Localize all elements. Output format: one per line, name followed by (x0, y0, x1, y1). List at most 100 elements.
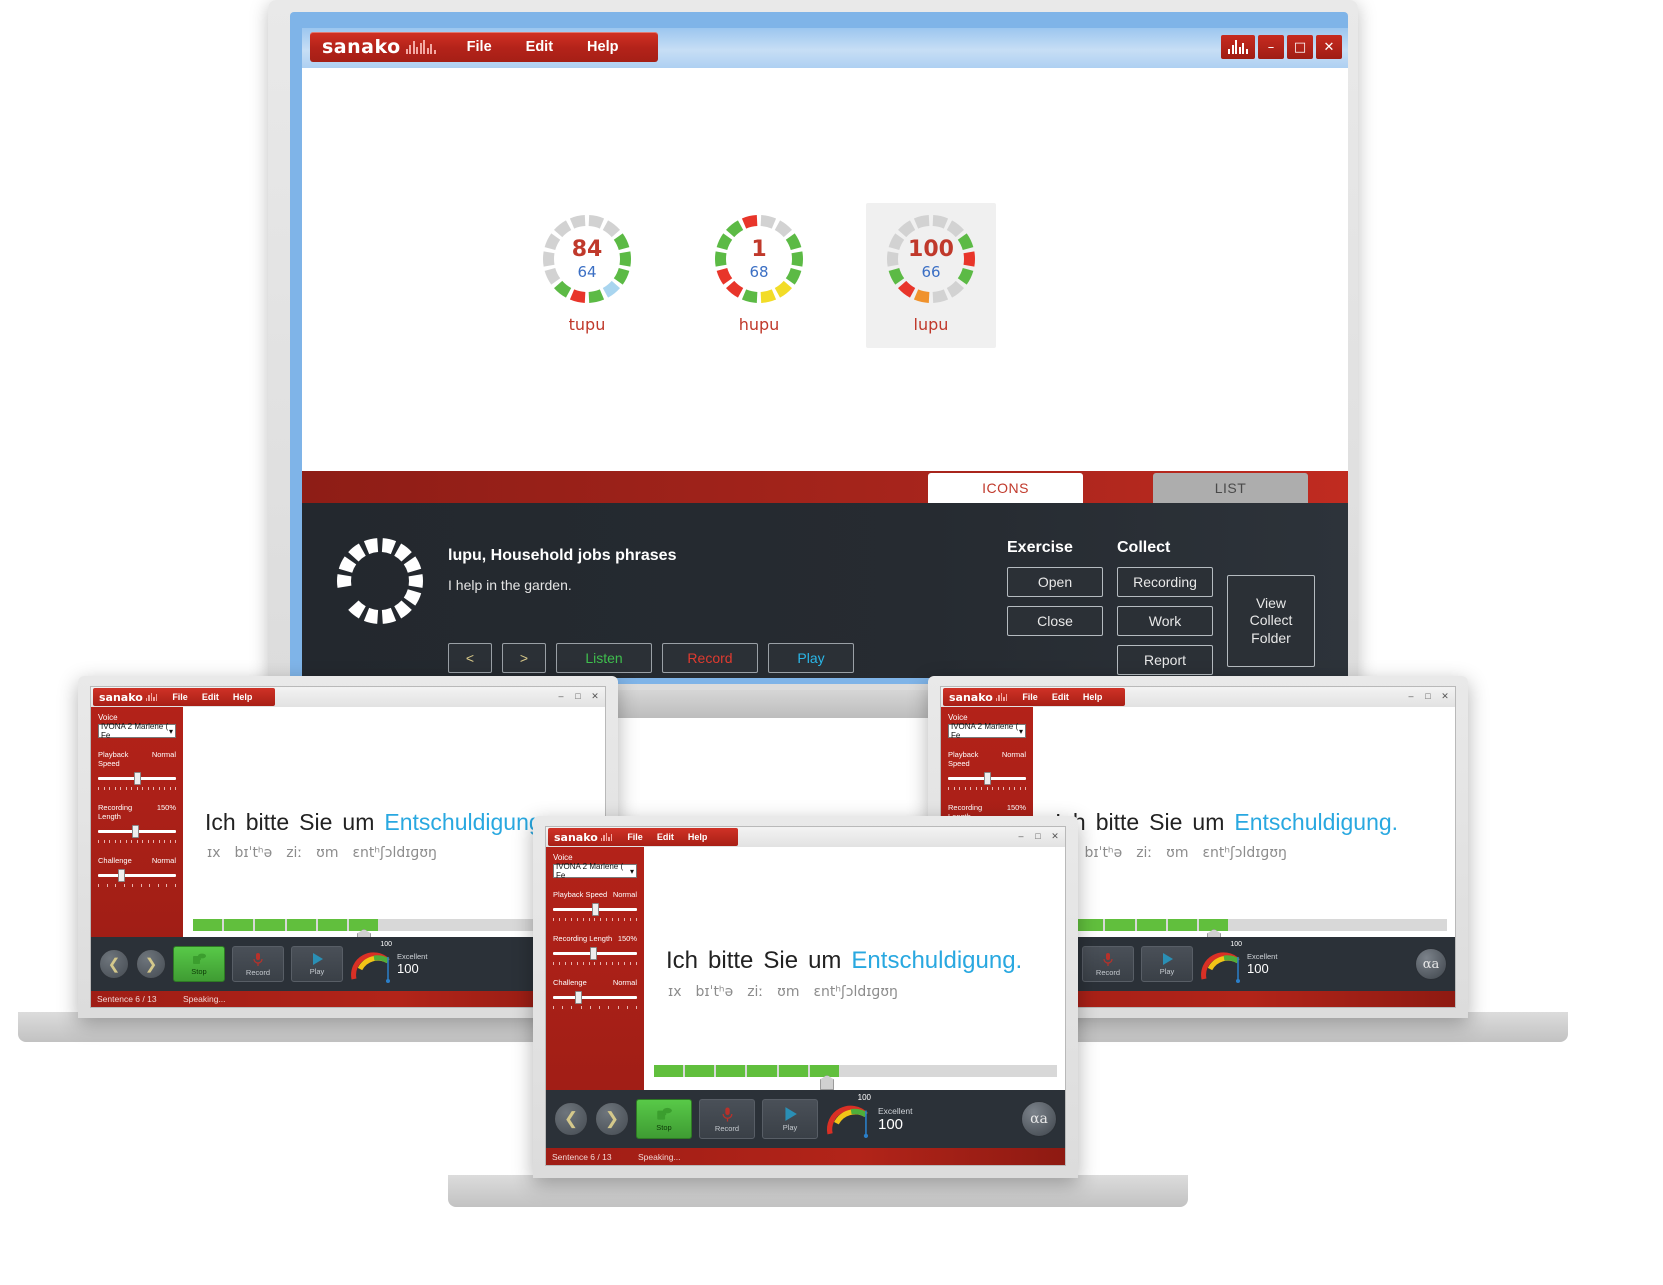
student-card-hupu[interactable]: 1 68 hupu (694, 203, 824, 348)
slider-knob[interactable] (118, 869, 126, 882)
menu-edit[interactable]: Edit (195, 692, 226, 702)
sub-transport-bar: ❮ ❯ Stop Record Play (546, 1090, 1065, 1148)
previous-button[interactable]: ❮ (554, 1102, 588, 1136)
slider-knob[interactable] (574, 991, 582, 1004)
record-label: Record (714, 1123, 740, 1133)
voice-label: Voice (553, 853, 573, 862)
minimize-button[interactable]: – (554, 690, 568, 702)
sentence-display: Ich bitte Sie um Entschuldigung. (1055, 809, 1398, 836)
maximize-button[interactable]: □ (571, 690, 585, 702)
challenge-row: Challenge Normal (553, 978, 637, 987)
slider-knob[interactable] (132, 825, 140, 838)
tab-list[interactable]: LIST (1153, 473, 1308, 503)
playback-speed-slider[interactable] (553, 902, 637, 916)
progress-handle[interactable] (820, 1075, 834, 1090)
recording-length-slider[interactable] (553, 946, 637, 960)
record-button[interactable]: Record (232, 946, 284, 982)
student-name: tupu (568, 315, 606, 334)
close-button[interactable]: ✕ (1316, 35, 1342, 59)
menu-file[interactable]: File (165, 692, 195, 702)
status-sentence: Sentence 6 / 13 (97, 994, 157, 1004)
next-button[interactable]: ❯ (136, 949, 166, 979)
playback-speed-ticks (98, 787, 176, 790)
phonetics-toggle-button[interactable]: αa (1415, 948, 1447, 980)
menu-help[interactable]: Help (681, 832, 715, 842)
tab-icons[interactable]: ICONS (928, 473, 1083, 503)
menu-edit[interactable]: Edit (1045, 692, 1076, 702)
student-name: lupu (913, 315, 949, 334)
window-controls: – □ ✕ (1221, 34, 1342, 60)
sentence-word-2: bitte (1095, 809, 1140, 835)
minimize-button[interactable]: – (1404, 690, 1418, 702)
close-button[interactable]: ✕ (1438, 690, 1452, 702)
sub-menu-bar: sanako File Edit Help (548, 828, 738, 846)
menu-help[interactable]: Help (1076, 692, 1110, 702)
phonetic-word-2: bɪˈtʰə (1084, 845, 1123, 861)
slider-knob[interactable] (983, 772, 991, 785)
play-button[interactable]: Play (762, 1099, 818, 1139)
play-button[interactable]: Play (1141, 946, 1193, 982)
record-button[interactable]: Record (699, 1099, 755, 1139)
left-sub-window: sanako File Edit Help – □ ✕ Voice IVONA … (90, 686, 606, 1008)
student-card-lupu[interactable]: 100 66 lupu (866, 203, 996, 348)
stop-button[interactable]: Stop (636, 1099, 692, 1139)
next-button[interactable]: ❯ (595, 1102, 629, 1136)
slider-knob[interactable] (591, 903, 599, 916)
previous-button[interactable]: ❮ (99, 949, 129, 979)
challenge-ticks (553, 1006, 637, 1009)
previous-button[interactable]: < (448, 643, 492, 673)
stop-button[interactable]: Stop (173, 946, 225, 982)
sentence-highlight-word: Entschuldigung. (384, 809, 549, 835)
recording-button[interactable]: Recording (1117, 567, 1213, 597)
maximize-button[interactable]: □ (1031, 830, 1045, 842)
menu-file[interactable]: File (620, 832, 650, 842)
waveform-button-icon[interactable] (1221, 35, 1255, 59)
listen-button[interactable]: Listen (556, 643, 652, 673)
work-button[interactable]: Work (1117, 606, 1213, 636)
menu-file[interactable]: File (450, 39, 509, 55)
challenge-slider[interactable] (98, 868, 176, 882)
close-button[interactable]: ✕ (588, 690, 602, 702)
phonetics-toggle-button[interactable]: αa (1021, 1101, 1057, 1137)
play-button[interactable]: Play (291, 946, 343, 982)
recording-length-row: Recording Length 150% (98, 803, 176, 821)
open-button[interactable]: Open (1007, 567, 1103, 597)
status-sentence: Sentence 6 / 13 (552, 1151, 612, 1162)
student-score: 1 (751, 236, 767, 262)
slider-knob[interactable] (589, 947, 597, 960)
minimize-button[interactable]: – (1014, 830, 1028, 842)
close-button[interactable]: ✕ (1048, 830, 1062, 842)
menu-edit[interactable]: Edit (650, 832, 681, 842)
playback-speed-label: Playback Speed (98, 750, 129, 768)
menu-file[interactable]: File (1015, 692, 1045, 702)
playback-speed-slider[interactable] (948, 771, 1026, 785)
stop-icon (657, 1107, 672, 1120)
progress-track[interactable] (1043, 919, 1448, 931)
maximize-button[interactable]: □ (1287, 35, 1313, 59)
voice-select[interactable]: IVONA 2 Marlene ( Fe ▾ (948, 722, 1026, 740)
voice-select[interactable]: IVONA 2 Marlene ( Fe ▾ (553, 862, 637, 880)
next-button[interactable]: > (502, 643, 546, 673)
recording-length-label: Recording Length (98, 803, 133, 821)
maximize-button[interactable]: □ (1421, 690, 1435, 702)
progress-track[interactable] (654, 1065, 1058, 1077)
challenge-slider[interactable] (553, 990, 637, 1004)
sentence-word-4: um (808, 947, 842, 974)
close-exercise-button[interactable]: Close (1007, 606, 1103, 636)
recording-length-slider[interactable] (98, 824, 176, 838)
phonetic-word-1: ɪx (207, 845, 221, 861)
record-button[interactable]: Record (662, 643, 758, 673)
view-collect-folder-button[interactable]: View Collect Folder (1227, 575, 1315, 667)
record-button[interactable]: Record (1082, 946, 1134, 982)
voice-select[interactable]: IVONA 2 Marlene ( Fe ▾ (98, 722, 176, 740)
menu-help[interactable]: Help (226, 692, 260, 702)
playback-speed-row: Playback Speed Normal (948, 750, 1026, 768)
playback-speed-slider[interactable] (98, 771, 176, 785)
report-button[interactable]: Report (1117, 645, 1213, 675)
slider-knob[interactable] (133, 772, 141, 785)
menu-edit[interactable]: Edit (509, 39, 570, 55)
play-button[interactable]: Play (768, 643, 854, 673)
menu-help[interactable]: Help (570, 39, 635, 55)
minimize-button[interactable]: – (1258, 35, 1284, 59)
student-card-tupu[interactable]: 84 64 tupu (522, 203, 652, 348)
